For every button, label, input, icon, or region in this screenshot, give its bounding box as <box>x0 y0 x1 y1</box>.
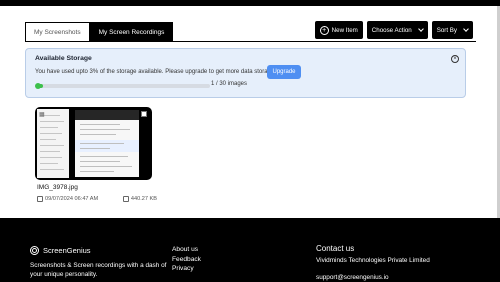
brand-logo-icon <box>30 246 39 255</box>
toolbar-actions: + New Item Choose Action Sort By <box>314 21 473 39</box>
storage-banner: Available Storage You have used upto 3% … <box>25 48 466 98</box>
plus-circle-icon: + <box>319 25 329 35</box>
file-date: 09/07/2024 06:47 AM <box>37 196 98 202</box>
image-icon: ▦ <box>39 112 45 118</box>
calendar-icon <box>37 196 43 202</box>
storage-progress-text: 1 / 30 images <box>211 81 248 87</box>
storage-progress-dot <box>35 83 41 89</box>
chevron-down-icon <box>463 26 469 32</box>
footer-brand[interactable]: ScreenGenius <box>30 246 91 255</box>
brand-name: ScreenGenius <box>43 246 91 255</box>
storage-title: Available Storage <box>35 55 92 62</box>
footer-contact: Contact us Vividminds Technologies Priva… <box>316 244 430 281</box>
chevron-down-icon <box>417 26 424 32</box>
select-checkbox[interactable] <box>141 111 147 117</box>
choose-action-label: Choose Action <box>371 26 412 34</box>
footer-link-about[interactable]: About us <box>172 245 201 255</box>
sort-by-dropdown[interactable]: Sort By <box>431 21 473 39</box>
thumbnail-document <box>75 110 139 177</box>
thumbnail-sidebar <box>37 109 69 178</box>
file-meta: 09/07/2024 06:47 AM 440.27 KB <box>37 196 157 202</box>
tab-my-screenshots[interactable]: My Screenshots <box>25 22 90 42</box>
main-content: My Screenshots My Screen Recordings + Ne… <box>0 6 500 218</box>
tab-bar: My Screenshots My Screen Recordings <box>25 22 174 42</box>
new-item-label: New Item <box>331 26 358 34</box>
sort-by-label: Sort By <box>436 26 457 34</box>
footer-link-privacy[interactable]: Privacy <box>172 264 201 274</box>
footer-link-feedback[interactable]: Feedback <box>172 255 201 265</box>
footer: ScreenGenius Screenshots & Screen record… <box>0 218 500 282</box>
file-card-thumbnail[interactable]: ▦ <box>35 107 152 180</box>
footer-links: About us Feedback Privacy <box>172 245 201 274</box>
choose-action-dropdown[interactable]: Choose Action <box>366 21 428 39</box>
close-circle-icon[interactable]: × <box>451 55 459 63</box>
tab-divider <box>25 41 476 42</box>
upgrade-button[interactable]: Upgrade <box>267 65 301 79</box>
file-size-icon <box>122 196 129 202</box>
contact-email[interactable]: support@screengenius.io <box>316 274 430 281</box>
storage-message: You have used upto 3% of the storage ava… <box>35 69 276 75</box>
footer-tagline: Screenshots & Screen recordings with a d… <box>30 262 167 278</box>
file-size-text: 440.27 KB <box>130 196 157 202</box>
file-size: 440.27 KB <box>122 196 157 202</box>
storage-progress-bar <box>35 83 210 89</box>
file-name[interactable]: IMG_3978.jpg <box>37 184 78 191</box>
contact-title: Contact us <box>316 244 355 253</box>
contact-company: Vividminds Technologies Private Limited <box>316 257 430 264</box>
tab-my-screen-recordings[interactable]: My Screen Recordings <box>89 22 174 42</box>
new-item-button[interactable]: + New Item <box>314 21 363 39</box>
file-date-text: 09/07/2024 06:47 AM <box>45 196 99 202</box>
